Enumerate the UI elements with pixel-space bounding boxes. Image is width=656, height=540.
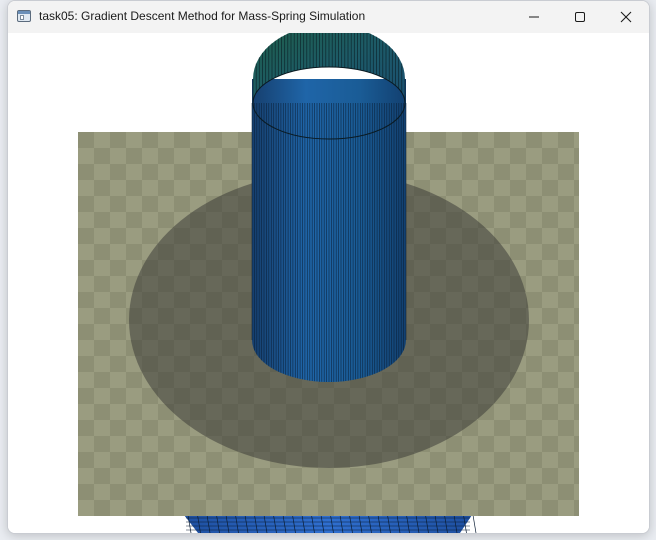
cloth-mesh-line — [472, 514, 477, 533]
minimize-icon — [529, 16, 539, 18]
simulation-scene — [78, 33, 579, 533]
window-title: task05: Gradient Descent Method for Mass… — [39, 9, 366, 23]
application-window-icon — [17, 10, 31, 22]
close-button[interactable] — [603, 1, 649, 33]
close-icon — [620, 11, 632, 23]
minimize-button[interactable] — [511, 1, 557, 33]
app-window: task05: Gradient Descent Method for Mass… — [7, 0, 650, 534]
maximize-icon — [575, 12, 585, 22]
maximize-button[interactable] — [557, 1, 603, 33]
title-bar[interactable]: task05: Gradient Descent Method for Mass… — [8, 1, 649, 33]
opengl-viewport[interactable] — [8, 33, 649, 533]
